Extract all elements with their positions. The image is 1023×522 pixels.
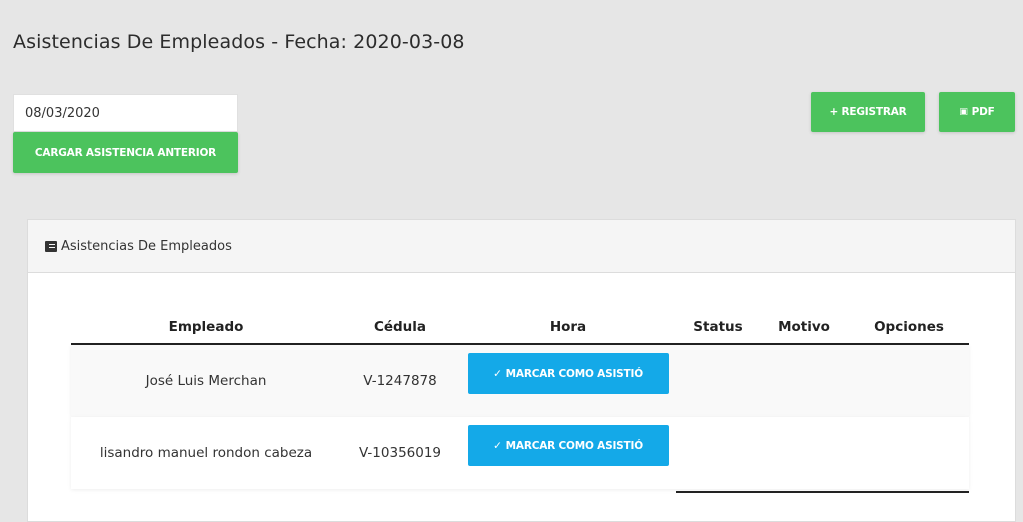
mark-attended-button[interactable]: ✓ MARCAR COMO ASISTIÓ [467, 425, 669, 466]
register-button[interactable]: + REGISTRAR [811, 92, 925, 132]
motivo-cell [759, 345, 849, 417]
register-label: + REGISTRAR [829, 106, 907, 118]
mark-attended-label: MARCAR COMO ASISTIÓ [505, 439, 643, 452]
pdf-button[interactable]: ▣ PDF [939, 92, 1015, 132]
card-header: Asistencias De Empleados [28, 220, 1015, 273]
load-previous-label: CARGAR ASISTENCIA ANTERIOR [34, 146, 217, 159]
motivo-cell [759, 417, 849, 489]
hora-cell: ✓ MARCAR COMO ASISTIÓ [459, 345, 677, 417]
date-input[interactable] [13, 94, 238, 132]
employee-name: lisandro manuel rondon cabeza [99, 445, 313, 461]
status-cell [677, 417, 759, 489]
page-title: Asistencias De Empleados - Fecha: 2020-0… [13, 31, 465, 53]
column-header-opciones: Opciones [874, 318, 944, 335]
load-previous-attendance-button[interactable]: CARGAR ASISTENCIA ANTERIOR [13, 132, 238, 173]
column-header-hora: Hora [549, 318, 587, 335]
table-body: José Luis Merchan V-1247878 ✓ MARCAR COM… [71, 345, 969, 489]
table-row: José Luis Merchan V-1247878 ✓ MARCAR COM… [71, 345, 969, 417]
check-icon: ✓ [493, 439, 502, 452]
hora-cell: ✓ MARCAR COMO ASISTIÓ [459, 417, 677, 489]
table-row: lisandro manuel rondon cabeza V-10356019… [71, 417, 969, 489]
options-cell [849, 345, 969, 417]
employee-id: V-10356019 [358, 445, 442, 461]
options-cell [849, 417, 969, 489]
attendance-table: Empleado Cédula Hora Status Motivo Opcio… [71, 310, 969, 489]
column-header-empleado: Empleado [168, 318, 244, 335]
file-pdf-icon: ▣ [959, 107, 968, 117]
employee-name: José Luis Merchan [145, 373, 267, 389]
mark-attended-label: MARCAR COMO ASISTIÓ [505, 367, 643, 380]
column-header-motivo: Motivo [778, 318, 830, 335]
table-divider [676, 491, 969, 493]
check-icon: ✓ [493, 367, 502, 380]
pdf-label: PDF [971, 106, 995, 118]
mark-attended-button[interactable]: ✓ MARCAR COMO ASISTIÓ [467, 353, 669, 394]
attendance-card: Asistencias De Empleados Empleado Cédula… [27, 219, 1016, 522]
card-title: Asistencias De Empleados [61, 238, 232, 254]
list-icon [45, 240, 57, 252]
column-header-cedula: Cédula [373, 318, 427, 335]
table-header: Empleado Cédula Hora Status Motivo Opcio… [71, 310, 969, 345]
status-cell [677, 345, 759, 417]
employee-id: V-1247878 [363, 373, 437, 389]
column-header-status: Status [693, 318, 743, 335]
